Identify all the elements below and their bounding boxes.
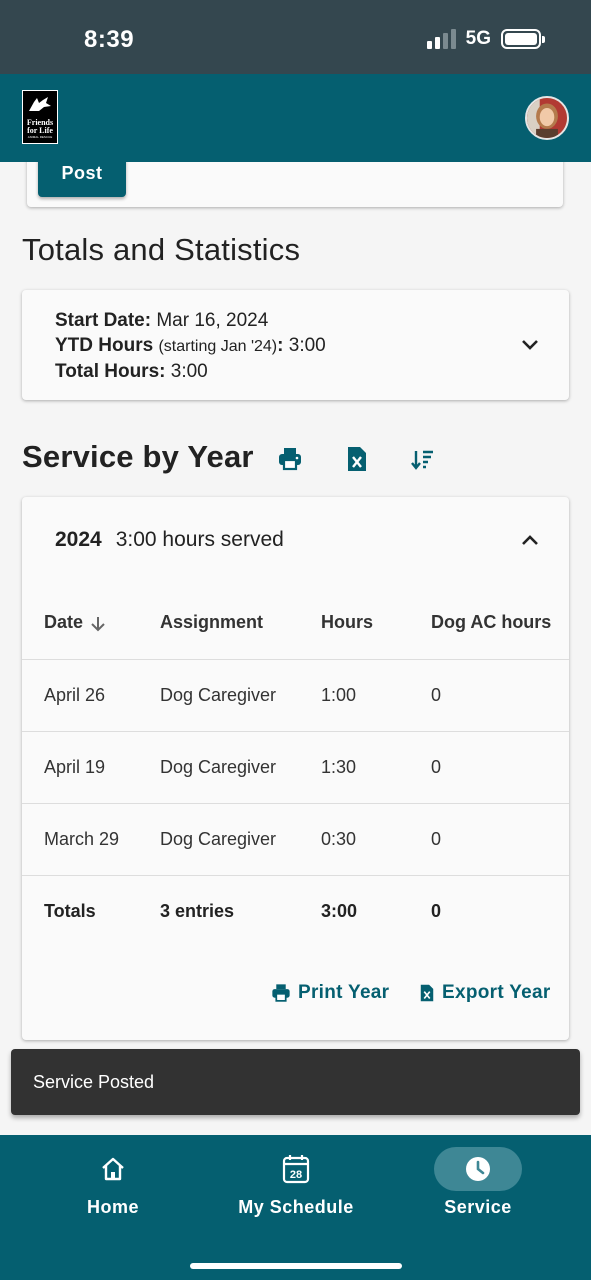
year-summary: 3:00 hours served [115,528,284,551]
table-row[interactable]: April 19 Dog Caregiver 1:30 0 [22,731,569,804]
signal-icon [426,29,456,49]
ytd-hours-note: (starting Jan '24) [158,338,278,355]
column-header-hours[interactable]: Hours [321,587,431,660]
logo-text-line3: ANIMAL RESCUE [27,135,53,139]
print-year-button[interactable]: Print Year [270,982,389,1004]
column-header-assignment[interactable]: Assignment [160,587,321,660]
year-panel-header[interactable]: 2024 3:00 hours served [55,528,284,552]
nav-label-home: Home [86,1197,139,1217]
network-type: 5G [465,28,491,49]
ytd-hours-value: 3:00 [288,335,326,356]
chevron-down-icon[interactable] [520,338,540,352]
nav-item-home[interactable]: Home [38,1147,188,1218]
battery-icon [501,29,545,49]
user-avatar[interactable] [525,96,569,140]
year-label: 2024 [55,528,102,551]
nav-label-my-schedule: My Schedule [238,1197,354,1217]
dog-logo-icon [29,97,51,111]
active-pill [434,1147,522,1191]
totals-card[interactable]: Start Date: Mar 16, 2024 YTD Hours (star… [22,290,569,400]
calendar-day: 28 [290,1169,302,1181]
excel-export-icon [420,984,434,1002]
cell-assignment: Dog Caregiver [160,659,321,732]
cell-date: April 26 [22,659,160,732]
export-year-label: Export Year [442,982,551,1003]
bottom-navigation: Home 28 My Schedule Service [0,1135,591,1280]
cell-hours: 1:30 [321,731,431,804]
status-bar: 8:39 5G [0,0,591,74]
chevron-up-icon[interactable] [520,533,540,547]
cell-hours: 0:30 [321,803,431,876]
cell-dog-ac-hours: 0 [431,731,569,804]
start-date-label: Start Date: [55,310,152,331]
year-panel-2024: 2024 3:00 hours served Date Assignment Ho… [22,497,569,1040]
totals-entries: 3 entries [160,900,235,921]
post-button[interactable]: Post [38,162,126,197]
total-hours-value: 3:00 [170,361,208,382]
logo-text-line2: for Life [27,126,53,135]
ytd-hours-line: YTD Hours (starting Jan '24): 3:00 [55,333,326,359]
main-content[interactable]: Post Totals and Statistics Start Date: M… [0,162,591,1135]
print-icon[interactable] [277,445,303,473]
column-header-dog-ac-hours[interactable]: Dog AC hours [431,587,569,660]
clock-icon [466,1157,490,1181]
home-icon [102,1157,124,1181]
cell-assignment: Dog Caregiver [160,803,321,876]
app-bar: Friends for Life ANIMAL RESCUE [0,74,591,162]
friends-for-life-logo[interactable]: Friends for Life ANIMAL RESCUE [22,90,58,144]
nav-item-service[interactable]: Service [403,1147,553,1218]
table-totals-row: Totals 3 entries 3:00 0 [22,875,569,947]
cell-dog-ac-hours: 0 [431,803,569,876]
cell-date: April 19 [22,731,160,804]
cell-assignment: Dog Caregiver [160,731,321,804]
totals-dog-ac-hours: 0 [431,900,442,921]
home-indicator[interactable] [190,1263,402,1269]
post-service-card: Post [27,162,563,207]
service-by-year-heading: Service by Year [22,439,254,474]
totals-heading: Totals and Statistics [22,232,301,267]
status-time: 8:39 [84,26,135,53]
calendar-icon: 28 [282,1155,310,1184]
cell-date: March 29 [22,803,160,876]
cell-hours: 1:00 [321,659,431,732]
total-hours-label: Total Hours: [55,361,166,382]
nav-item-my-schedule[interactable]: 28 My Schedule [221,1147,371,1218]
sort-icon[interactable] [410,445,436,473]
start-date-line: Start Date: Mar 16, 2024 [55,308,326,333]
snackbar: Service Posted [11,1049,580,1115]
ytd-hours-label: YTD Hours [55,335,154,356]
total-hours-line: Total Hours: 3:00 [55,359,326,384]
nav-label-service: Service [444,1197,512,1217]
excel-export-icon[interactable] [344,445,370,473]
table-row[interactable]: April 26 Dog Caregiver 1:00 0 [22,659,569,732]
print-year-label: Print Year [298,982,390,1003]
status-indicators: 5G [426,28,545,50]
service-table: Date Assignment Hours Dog AC hours April… [22,587,569,947]
print-icon [272,984,290,1002]
arrow-down-icon [91,616,105,631]
start-date-value: Mar 16, 2024 [156,310,269,331]
column-header-date[interactable]: Date [22,587,160,660]
snackbar-message: Service Posted [33,1071,155,1092]
export-year-button[interactable]: Export Year [418,982,551,1004]
table-header-row: Date Assignment Hours Dog AC hours [22,587,569,660]
totals-hours: 3:00 [321,900,358,921]
totals-label: Totals [44,900,96,921]
cell-dog-ac-hours: 0 [431,659,569,732]
table-row[interactable]: March 29 Dog Caregiver 0:30 0 [22,803,569,876]
ytd-colon: : [277,335,284,356]
